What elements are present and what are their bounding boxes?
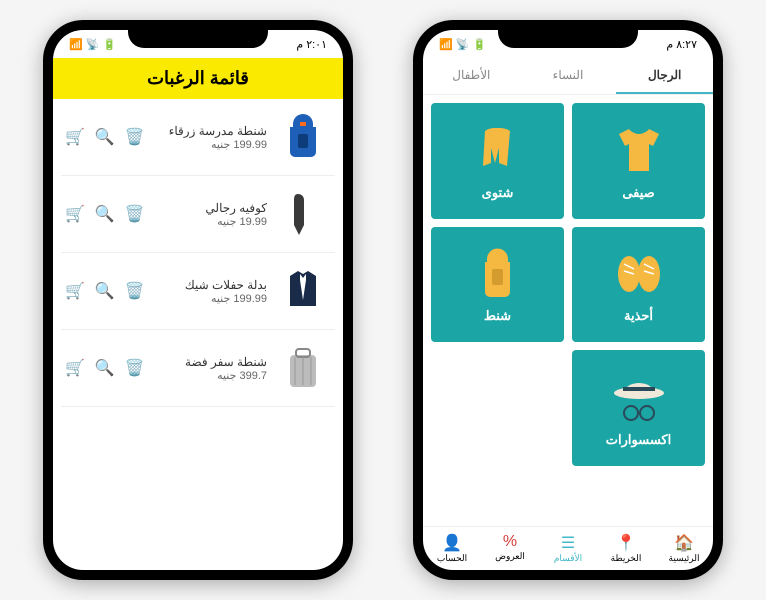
trash-icon[interactable]: 🗑️ [125, 358, 145, 378]
suitcase-icon [275, 340, 331, 396]
cart-icon[interactable]: 🛒 [65, 204, 85, 224]
nav-home[interactable]: 🏠الرئيسية [655, 533, 713, 564]
item-price: 399.7 جنيه [153, 369, 267, 382]
map-icon: 📍 [597, 533, 655, 553]
bag-icon [475, 244, 520, 304]
item-name: كوفيه رجالي [153, 201, 267, 215]
trash-icon[interactable]: 🗑️ [125, 281, 145, 301]
wishlist-item[interactable]: بدلة حفلات شيك 199.99 جنيه 🛒 🔍 🗑️ [61, 253, 335, 330]
item-price: 199.99 جنيه [153, 292, 267, 305]
nav-label: الرئيسية [669, 553, 700, 563]
notch [128, 26, 268, 48]
wishlist-item[interactable]: شنطة سفر فضة 399.7 جنيه 🛒 🔍 🗑️ [61, 330, 335, 407]
search-icon[interactable]: 🔍 [95, 358, 115, 378]
tab-kids[interactable]: الأطفال [423, 58, 520, 94]
item-name: بدلة حفلات شيك [153, 278, 267, 292]
cart-icon[interactable]: 🛒 [65, 358, 85, 378]
category-label: شنط [484, 308, 511, 324]
nav-account[interactable]: 👤الحساب [423, 533, 481, 564]
nav-offers[interactable]: %العروض [481, 533, 539, 564]
search-icon[interactable]: 🔍 [95, 204, 115, 224]
category-label: شتوى [482, 185, 514, 201]
category-grid: صيفى شتوى أحذية شنط [423, 95, 713, 526]
status-time: ٨:٢٧ م [666, 38, 697, 51]
phone-categories: 📶 📡 🔋 ٨:٢٧ م الرجال النساء الأطفال صيفى … [413, 20, 723, 580]
wishlist-list: شنطة مدرسة زرقاء 199.99 جنيه 🛒 🔍 🗑️ كوفي… [53, 99, 343, 570]
search-icon[interactable]: 🔍 [95, 127, 115, 147]
tshirt-icon [609, 121, 669, 181]
scarf-icon [275, 186, 331, 242]
tabs: الرجال النساء الأطفال [423, 58, 713, 95]
category-label: اكسسوارات [606, 432, 671, 448]
item-info: شنطة مدرسة زرقاء 199.99 جنيه [145, 124, 275, 151]
cart-icon[interactable]: 🛒 [65, 127, 85, 147]
search-icon[interactable]: 🔍 [95, 281, 115, 301]
item-actions: 🛒 🔍 🗑️ [65, 281, 145, 301]
signal-icons: 📶 📡 🔋 [69, 38, 116, 51]
phone-wishlist: 📶 📡 🔋 ٢:٠١ م قائمة الرغبات شنطة مدرسة زر… [43, 20, 353, 580]
shoes-icon [609, 244, 669, 304]
category-summer[interactable]: صيفى [572, 103, 705, 219]
screen-wishlist: 📶 📡 🔋 ٢:٠١ م قائمة الرغبات شنطة مدرسة زر… [53, 30, 343, 570]
nav-label: الحساب [437, 553, 467, 563]
suit-icon [275, 263, 331, 319]
item-name: شنطة مدرسة زرقاء [153, 124, 267, 138]
cart-icon[interactable]: 🛒 [65, 281, 85, 301]
percent-icon: % [481, 533, 539, 551]
item-actions: 🛒 🔍 🗑️ [65, 204, 145, 224]
nav-categories[interactable]: ☰الأقسام [539, 533, 597, 564]
page-title: قائمة الرغبات [53, 58, 343, 99]
item-info: كوفيه رجالي 19.99 جنيه [145, 201, 275, 228]
item-price: 19.99 جنيه [153, 215, 267, 228]
category-accessories[interactable]: اكسسوارات [572, 350, 705, 466]
home-icon: 🏠 [655, 533, 713, 553]
item-name: شنطة سفر فضة [153, 355, 267, 369]
menu-icon: ☰ [539, 533, 597, 553]
nav-label: الأقسام [554, 553, 582, 563]
signal-icons: 📶 📡 🔋 [439, 38, 486, 51]
nav-map[interactable]: 📍الخريطة [597, 533, 655, 564]
item-info: شنطة سفر فضة 399.7 جنيه [145, 355, 275, 382]
category-label: أحذية [624, 308, 653, 324]
status-time: ٢:٠١ م [296, 38, 327, 51]
item-actions: 🛒 🔍 🗑️ [65, 358, 145, 378]
category-shoes[interactable]: أحذية [572, 227, 705, 343]
item-actions: 🛒 🔍 🗑️ [65, 127, 145, 147]
category-winter[interactable]: شتوى [431, 103, 564, 219]
user-icon: 👤 [423, 533, 481, 553]
nav-label: الخريطة [611, 553, 642, 563]
wishlist-item[interactable]: كوفيه رجالي 19.99 جنيه 🛒 🔍 🗑️ [61, 176, 335, 253]
category-label: صيفى [622, 185, 654, 201]
notch [498, 26, 638, 48]
backpack-icon [275, 109, 331, 165]
tab-women[interactable]: النساء [520, 58, 617, 94]
trash-icon[interactable]: 🗑️ [125, 127, 145, 147]
nav-label: العروض [495, 551, 525, 561]
item-price: 199.99 جنيه [153, 138, 267, 151]
bottom-nav: 🏠الرئيسية 📍الخريطة ☰الأقسام %العروض 👤الح… [423, 526, 713, 570]
trash-icon[interactable]: 🗑️ [125, 204, 145, 224]
hat-glasses-icon [609, 368, 669, 428]
screen-categories: 📶 📡 🔋 ٨:٢٧ م الرجال النساء الأطفال صيفى … [423, 30, 713, 570]
jacket-icon [470, 121, 525, 181]
wishlist-item[interactable]: شنطة مدرسة زرقاء 199.99 جنيه 🛒 🔍 🗑️ [61, 99, 335, 176]
item-info: بدلة حفلات شيك 199.99 جنيه [145, 278, 275, 305]
tab-men[interactable]: الرجال [616, 58, 713, 94]
category-bags[interactable]: شنط [431, 227, 564, 343]
